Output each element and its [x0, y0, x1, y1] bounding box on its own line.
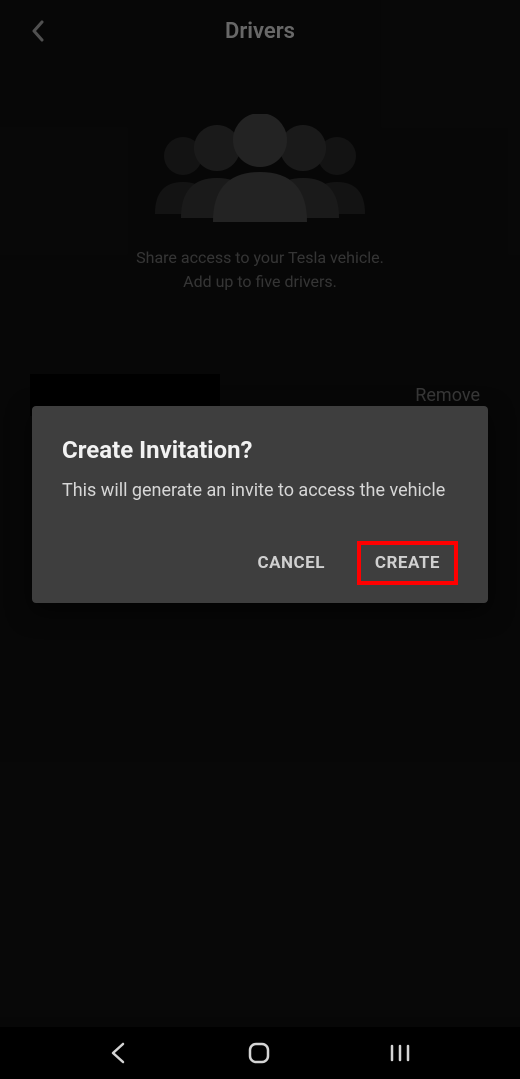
nav-back-icon	[109, 1042, 129, 1064]
system-nav-bar	[0, 1027, 520, 1079]
system-recents-button[interactable]	[389, 1043, 411, 1063]
description-line-2: Add up to five drivers.	[40, 270, 480, 294]
people-group-icon	[145, 114, 375, 224]
drivers-illustration	[0, 114, 520, 224]
page-title: Drivers	[24, 19, 496, 44]
chevron-left-icon	[31, 20, 45, 42]
dialog-body: This will generate an invite to access t…	[62, 478, 458, 503]
cancel-button[interactable]: CANCEL	[239, 541, 342, 585]
nav-home-icon	[247, 1041, 271, 1065]
dialog-actions: CANCEL CREATE	[62, 541, 458, 585]
description-text: Share access to your Tesla vehicle. Add …	[0, 246, 520, 294]
system-back-button[interactable]	[109, 1042, 129, 1064]
remove-driver-button[interactable]: Remove	[415, 385, 480, 406]
system-home-button[interactable]	[247, 1041, 271, 1065]
description-line-1: Share access to your Tesla vehicle.	[40, 246, 480, 270]
create-invitation-dialog: Create Invitation? This will generate an…	[32, 406, 488, 603]
header-bar: Drivers	[0, 0, 520, 62]
back-button[interactable]	[28, 21, 48, 41]
create-button[interactable]: CREATE	[357, 541, 458, 585]
dialog-title: Create Invitation?	[62, 436, 458, 464]
nav-recents-icon	[389, 1043, 411, 1063]
